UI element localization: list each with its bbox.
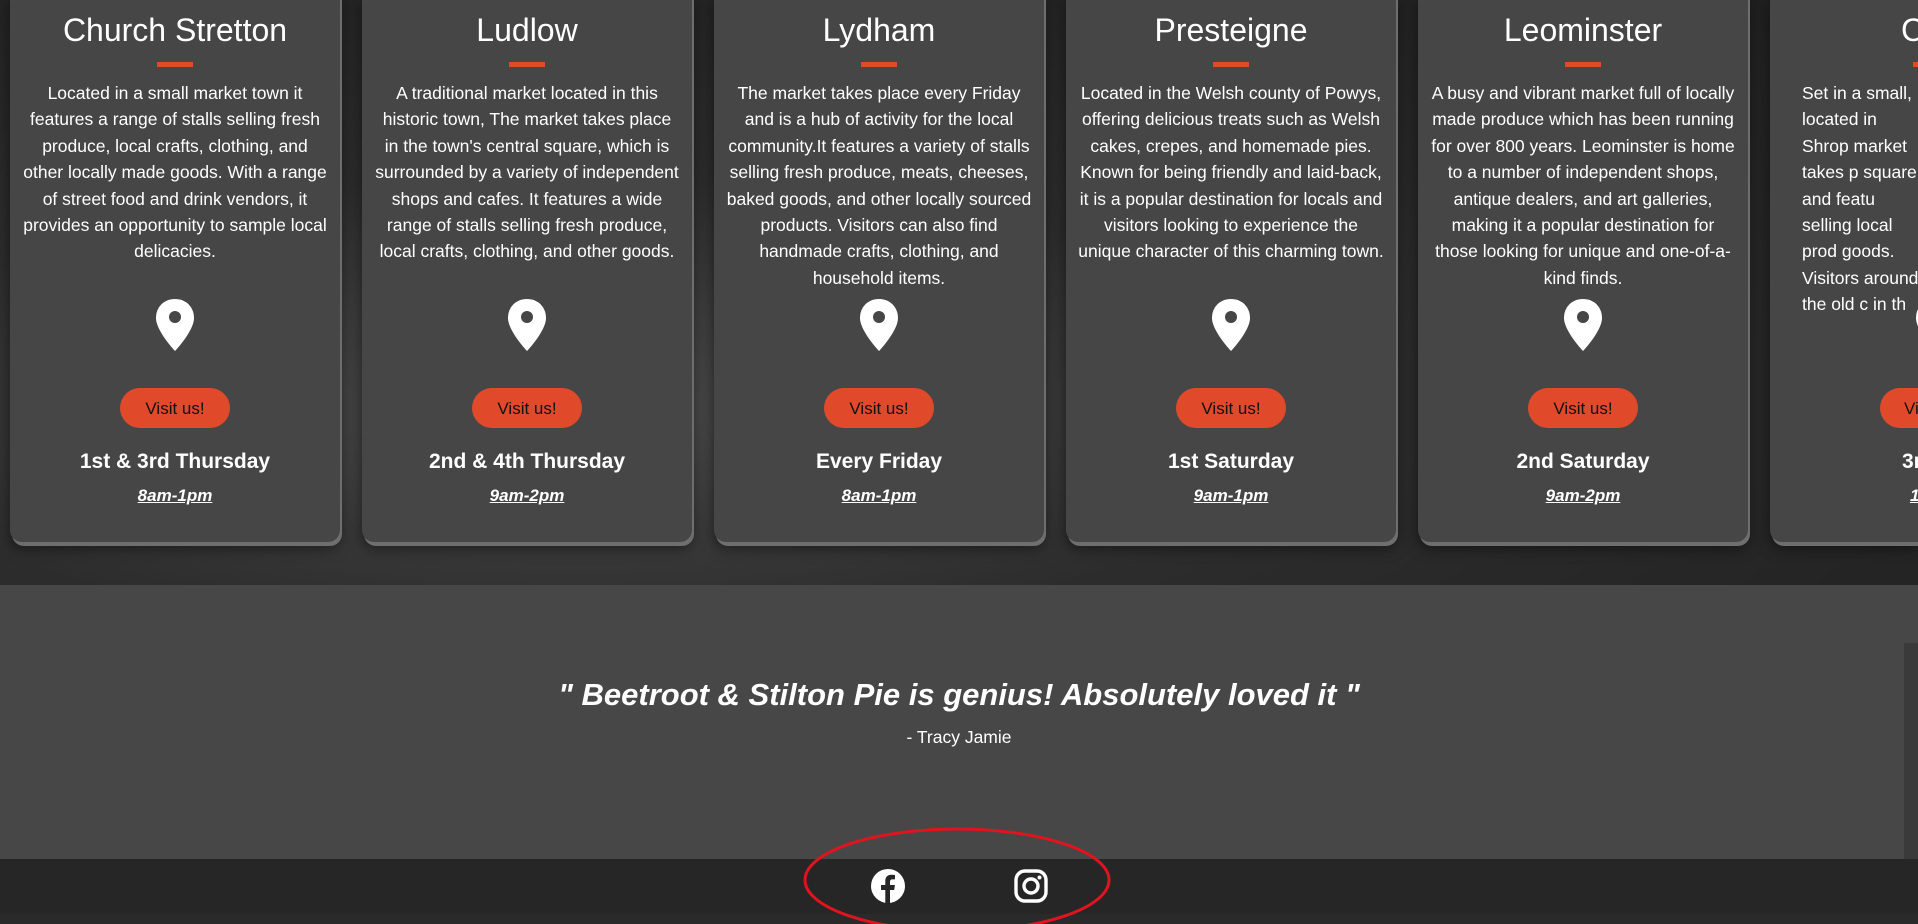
market-time: 9am-2pm [1418,486,1748,506]
market-time-text: 9am-2pm [1545,486,1621,505]
title-underline [1565,62,1601,67]
title-underline [509,62,545,67]
market-time-text: 8am-1pm [137,486,213,505]
market-title: C [1901,12,1918,48]
market-time-text: 9am-1pm [1193,486,1269,505]
footer [0,859,1918,914]
market-card-lydham: Lydham The market takes place every Frid… [714,0,1044,542]
market-time-text: 9am-2pm [489,486,565,505]
market-time: 8am-1pm [10,486,340,506]
market-card-leominster: Leominster A busy and vibrant market ful… [1418,0,1748,542]
market-title: Lydham [822,12,936,48]
title-underline [157,62,193,67]
visit-button[interactable]: Visit us! [120,388,230,428]
location-pin-icon[interactable] [1418,298,1748,352]
market-time-text: 8am-1pm [841,486,917,505]
market-time: 10a [1910,486,1918,506]
market-title: Leominster [1503,12,1663,48]
market-description: A traditional market located in this his… [375,83,679,262]
markets-section: Church Stretton Located in a small marke… [0,0,1918,585]
market-day: Every Friday [815,450,943,473]
market-title: Ludlow [476,12,578,48]
visit-button[interactable]: Visit us! [824,388,934,428]
market-time-text: 10a [1910,486,1918,505]
title-underline [861,62,897,67]
facebook-icon[interactable] [870,868,906,904]
market-description: The market takes place every Friday and … [726,83,1032,288]
visit-button[interactable]: Visit us! [1528,388,1638,428]
market-description: A busy and vibrant market full of locall… [1431,83,1735,288]
location-pin-icon[interactable] [10,298,340,352]
market-day: 2nd & 4th Thursday [428,450,626,473]
market-card-partial: C Set in a small, located in Shrop marke… [1770,0,1918,542]
testimonial-quote: " Beetroot & Stilton Pie is genius! Abso… [558,677,1360,712]
title-underline [1913,62,1918,67]
location-pin-icon[interactable] [714,298,1044,352]
scroll-edge [1904,643,1918,859]
testimonial-section: " Beetroot & Stilton Pie is genius! Abso… [0,585,1918,859]
market-time: 9am-2pm [362,486,692,506]
market-card-church-stretton: Church Stretton Located in a small marke… [10,0,340,542]
instagram-icon[interactable] [1013,868,1049,904]
market-title: Presteigne [1154,12,1308,48]
market-description: Located in the Welsh county of Powys, of… [1078,83,1384,262]
market-title: Church Stretton [62,12,288,48]
market-description: Located in a small market town it featur… [23,83,327,262]
testimonial-author: - Tracy Jamie [906,727,1012,747]
market-card-ludlow: Ludlow A traditional market located in t… [362,0,692,542]
market-card-presteigne: Presteigne Located in the Welsh county o… [1066,0,1396,542]
location-pin-icon[interactable] [1066,298,1396,352]
market-day: 2nd Saturday [1516,450,1650,473]
market-description: Set in a small, located in Shrop market … [1802,83,1918,315]
title-underline [1213,62,1249,67]
visit-button[interactable]: Visi [1880,388,1918,428]
market-time: 9am-1pm [1066,486,1396,506]
market-day: 3rd S [1902,450,1918,473]
market-day: 1st Saturday [1167,450,1295,473]
visit-button[interactable]: Visit us! [1176,388,1286,428]
location-pin-icon[interactable] [362,298,692,352]
visit-button[interactable]: Visit us! [472,388,582,428]
market-day: 1st & 3rd Thursday [79,450,271,473]
market-time: 8am-1pm [714,486,1044,506]
